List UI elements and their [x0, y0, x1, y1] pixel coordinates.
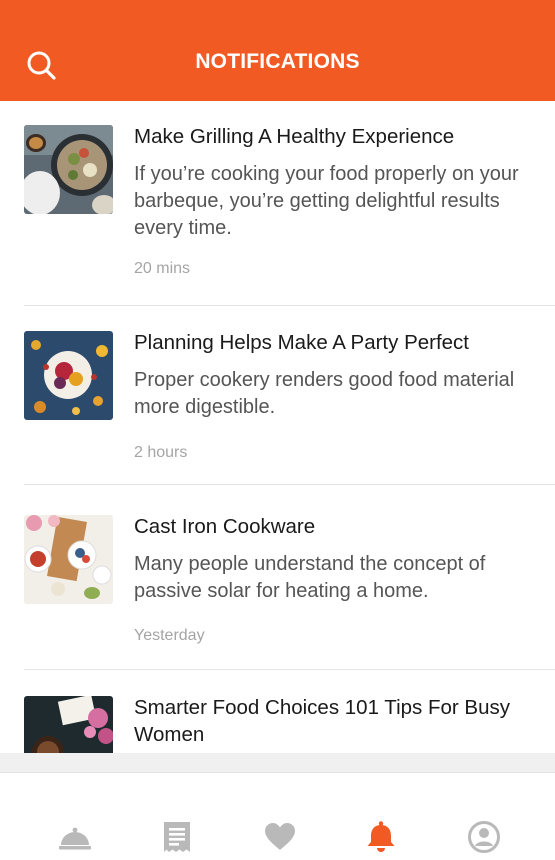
profile-icon[interactable]: [467, 820, 501, 854]
notification-item[interactable]: Cast Iron Cookware Many people understan…: [24, 485, 555, 670]
app-header: NOTIFICATIONS: [0, 0, 555, 101]
notification-time: 20 mins: [134, 260, 191, 277]
coffee-flowers-thumbnail: [24, 696, 113, 753]
heart-icon[interactable]: [263, 820, 297, 854]
page-title: NOTIFICATIONS: [195, 50, 360, 73]
cookware-thumbnail: [24, 515, 113, 604]
notification-title: Cast Iron Cookware: [134, 515, 316, 538]
tab-bar-divider: [0, 753, 555, 772]
notification-item[interactable]: Make Grilling A Healthy Experience If yo…: [24, 101, 555, 306]
notification-list[interactable]: Make Grilling A Healthy Experience If yo…: [0, 101, 555, 753]
bottom-tab-bar: [0, 753, 555, 860]
cloche-icon[interactable]: [58, 820, 92, 854]
party-food-thumbnail: [24, 331, 113, 420]
notification-item[interactable]: Smarter Food Choices 101 Tips For Busy W…: [24, 670, 555, 753]
notification-time: Yesterday: [134, 627, 205, 644]
bell-icon[interactable]: [364, 820, 398, 854]
notification-description: If you’re cooking your food properly on …: [134, 163, 519, 239]
notification-time: 2 hours: [134, 444, 188, 461]
notification-title: Make Grilling A Healthy Experience: [134, 125, 455, 148]
notification-title: Planning Helps Make A Party Perfect: [134, 331, 470, 354]
notification-description: Many people understand the concept of pa…: [134, 553, 486, 602]
grilled-food-thumbnail: [24, 125, 113, 214]
receipt-icon[interactable]: [160, 820, 194, 854]
notification-title: Smarter Food Choices 101 Tips For Busy W…: [134, 696, 510, 746]
notification-description: Proper cookery renders good food materia…: [134, 369, 515, 418]
notification-item[interactable]: Planning Helps Make A Party Perfect Prop…: [24, 306, 555, 485]
